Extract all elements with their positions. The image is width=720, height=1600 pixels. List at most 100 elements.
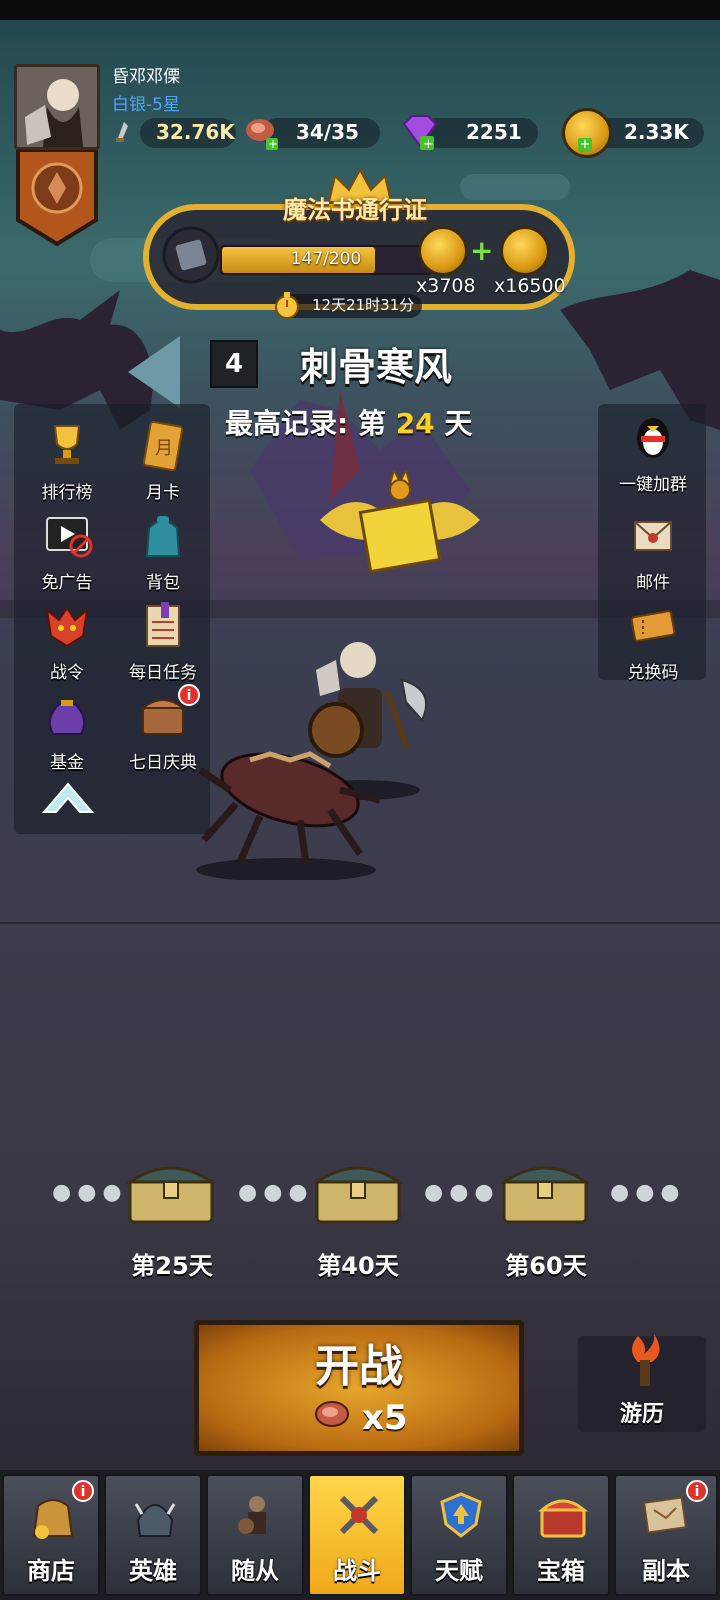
- svg-text:+: +: [423, 137, 434, 152]
- add-gold-icon[interactable]: +: [578, 138, 592, 152]
- gold-value: 2.33K: [624, 120, 689, 144]
- battle-pass-icon: [45, 606, 89, 648]
- meat-stamina-icon: [315, 1401, 349, 1427]
- fund-bag-icon: [48, 700, 86, 735]
- menu-label: 月卡: [146, 483, 180, 503]
- tab-follower[interactable]: 随从: [206, 1474, 304, 1596]
- chest-day-label: 第40天: [317, 1252, 399, 1280]
- magic-book-icon: [162, 226, 220, 284]
- talent-shield-icon: [440, 1492, 482, 1538]
- shop-icon: [32, 1499, 74, 1539]
- reward1-amount: x3708: [416, 275, 476, 297]
- menu-label: 邮件: [636, 573, 670, 593]
- best-record: 最高记录: 第 24 天: [225, 402, 472, 442]
- tab-label: 宝箱: [537, 1557, 585, 1585]
- stage-name: 刺骨寒风: [300, 345, 453, 389]
- stamina-value: 34/35: [296, 120, 359, 144]
- chest-day-label: 第60天: [505, 1252, 587, 1280]
- pass-progress-text: 147/200: [290, 249, 362, 269]
- menu-redeem-code[interactable]: 兑换码: [608, 600, 698, 683]
- player-name: 昏邓邓傈: [112, 67, 180, 87]
- gem-icon[interactable]: +: [398, 112, 442, 152]
- milestone-chest-icon[interactable]: [500, 1154, 590, 1226]
- menu-fund[interactable]: 基金: [22, 690, 112, 773]
- pass-timer: 12天21时31分: [312, 296, 415, 314]
- record-day: 24: [395, 407, 435, 440]
- progress-dots: ●●●: [424, 1180, 500, 1205]
- daily-tasks-icon: [146, 602, 180, 647]
- tab-hero[interactable]: 英雄: [104, 1474, 202, 1596]
- menu-mail[interactable]: 邮件: [608, 510, 698, 593]
- tab-label: 随从: [231, 1557, 279, 1585]
- winged-gift-box-icon[interactable]: [320, 470, 480, 590]
- torch-icon: [632, 1334, 660, 1386]
- follower-icon: [238, 1496, 266, 1534]
- notification-badge: i: [72, 1480, 94, 1502]
- menu-label: 免广告: [41, 573, 93, 593]
- record-suffix: 天: [444, 407, 473, 440]
- player-avatar[interactable]: [14, 64, 100, 150]
- tab-treasure[interactable]: 宝箱: [512, 1474, 610, 1596]
- menu-leaderboard[interactable]: 排行榜: [22, 420, 112, 503]
- menu-label: 排行榜: [41, 483, 93, 503]
- backpack-icon: [145, 516, 181, 557]
- hero-helmet-icon: [134, 1503, 176, 1537]
- stopwatch-icon: [275, 292, 299, 319]
- notification-badge: i: [178, 684, 200, 706]
- milestone-chest-icon[interactable]: [313, 1154, 403, 1226]
- trophy-icon: [53, 425, 81, 464]
- menu-no-ads[interactable]: 免广告: [22, 510, 112, 593]
- collapse-arrow-icon[interactable]: [40, 778, 96, 818]
- prev-stage-arrow-icon[interactable]: [128, 336, 180, 408]
- reward-coin-icon: [418, 226, 468, 276]
- svg-text:月: 月: [155, 438, 173, 459]
- rank-banner-icon[interactable]: [14, 150, 100, 246]
- pass-title: 魔法书通行证: [283, 196, 427, 224]
- record-prefix: 最高记录: 第: [225, 407, 386, 440]
- progress-dots: ●●●: [52, 1180, 128, 1205]
- qq-penguin-icon: [637, 418, 669, 458]
- reward2-amount: x16500: [494, 275, 566, 297]
- player-rank: 白银-5星: [112, 95, 180, 115]
- dungeon-map-icon: [642, 1496, 688, 1534]
- menu-monthly-card[interactable]: 月 月卡: [118, 420, 208, 503]
- avatar-portrait-icon: [17, 67, 97, 147]
- status-strip: [0, 0, 720, 20]
- travel-label: 游历: [619, 1402, 664, 1427]
- tab-label: 副本: [642, 1557, 690, 1585]
- menu-label: 兑换码: [627, 663, 679, 683]
- menu-label: 背包: [146, 573, 180, 593]
- menu-battle-pass[interactable]: 战令: [22, 600, 112, 683]
- milestone-chest-icon[interactable]: [126, 1154, 216, 1226]
- treasure-chest-icon: [538, 1499, 588, 1538]
- battle-swords-icon: [339, 1495, 379, 1535]
- reward-coin-icon: [500, 226, 550, 276]
- tab-label: 商店: [27, 1557, 75, 1585]
- tab-talent[interactable]: 天赋: [410, 1474, 508, 1596]
- menu-label: 战令: [50, 663, 84, 683]
- gems-value: 2251: [466, 120, 522, 144]
- sword-icon: [116, 122, 128, 142]
- menu-backpack[interactable]: 背包: [118, 510, 208, 593]
- progress-dots: ●●●: [610, 1180, 686, 1205]
- tab-label: 战斗: [333, 1557, 381, 1585]
- svg-text:+: +: [268, 137, 278, 151]
- start-battle-cost: x5: [362, 1398, 408, 1438]
- power-value: 32.76K: [156, 120, 235, 144]
- menu-label: 一键加群: [619, 475, 687, 495]
- meat-stamina-icon[interactable]: +: [240, 112, 280, 152]
- plus-icon: +: [470, 234, 494, 267]
- ground-line: [0, 922, 720, 924]
- start-battle-label: 开战: [315, 1341, 403, 1392]
- tab-battle[interactable]: 战斗: [308, 1474, 406, 1596]
- spider-enemy-icon: [196, 751, 381, 880]
- stage-number: 4: [210, 340, 258, 388]
- menu-label: 每日任务: [129, 663, 197, 683]
- menu-join-group[interactable]: 一键加群: [608, 412, 698, 495]
- tab-label: 英雄: [129, 1557, 177, 1585]
- monthly-card-icon: 月: [142, 421, 184, 471]
- mail-icon: [634, 521, 672, 551]
- menu-daily-tasks[interactable]: 每日任务: [118, 600, 208, 683]
- no-ads-icon: [46, 517, 93, 558]
- cloud: [460, 174, 570, 200]
